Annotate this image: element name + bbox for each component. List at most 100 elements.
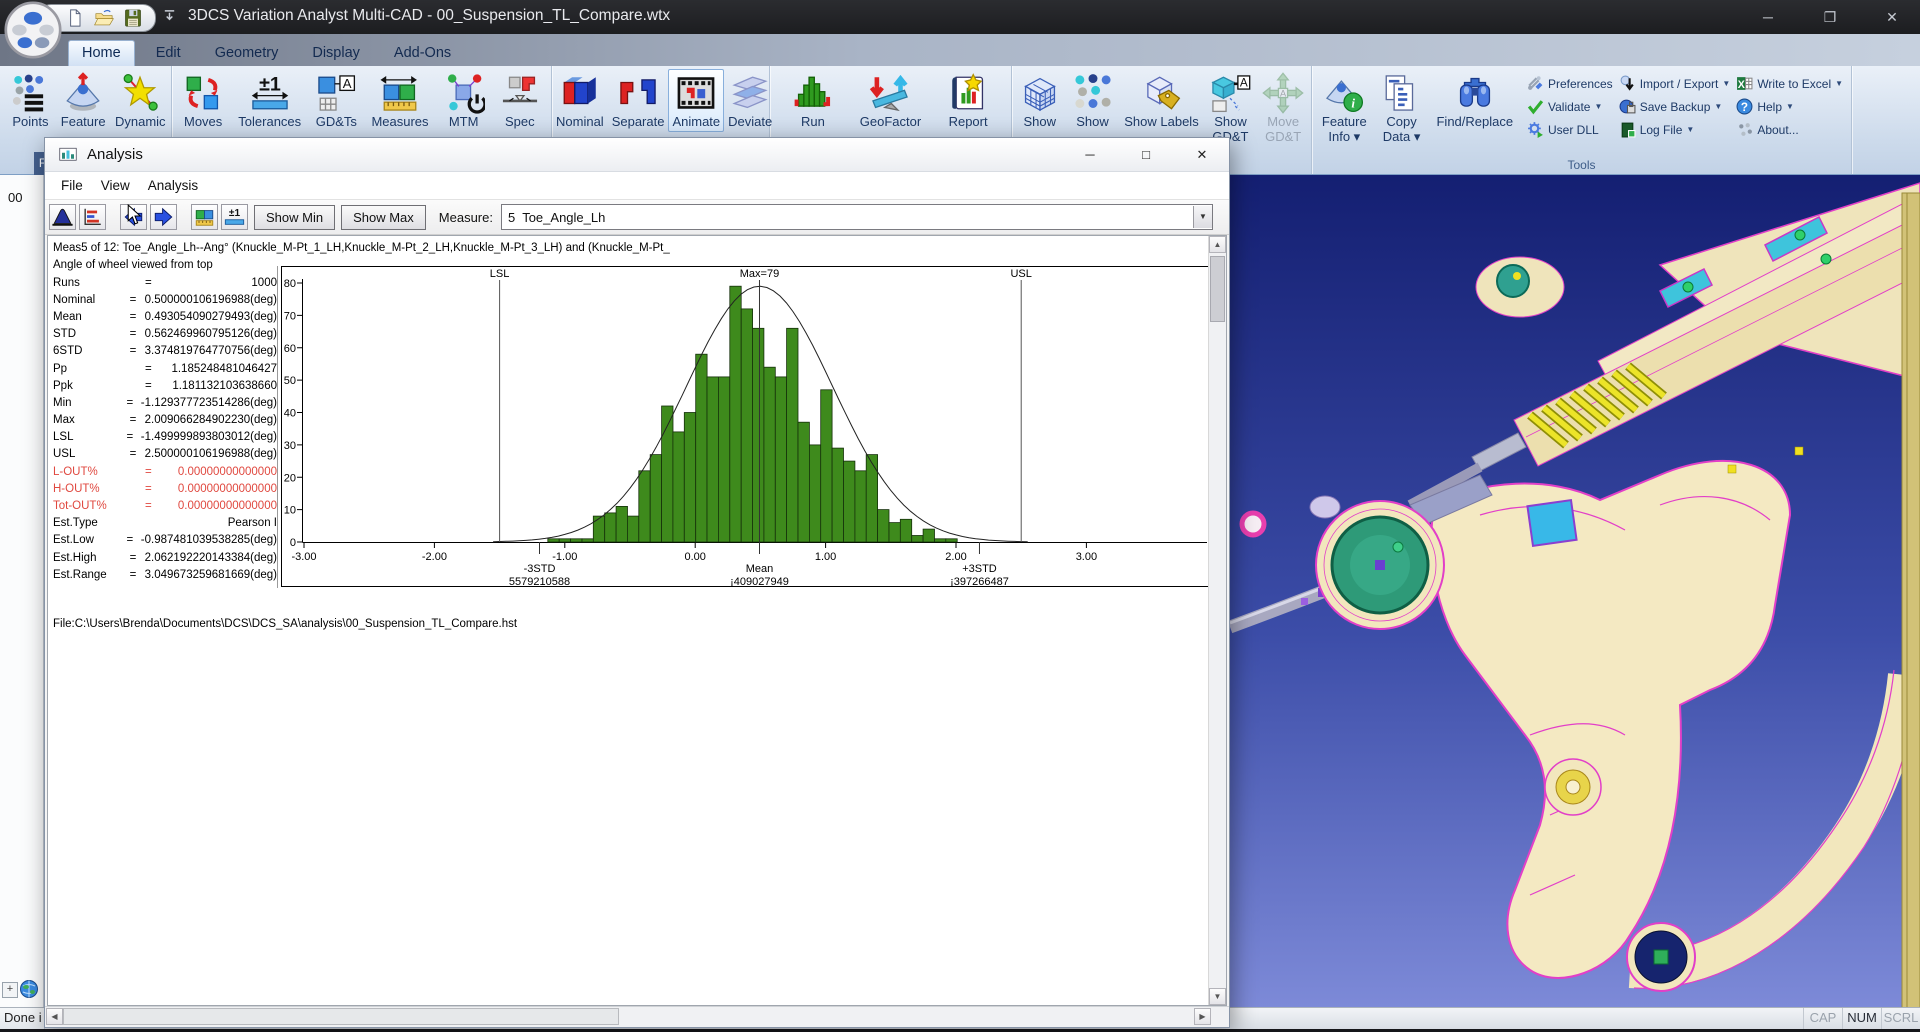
open-file-icon[interactable] xyxy=(94,8,114,28)
tree-root-label[interactable]: 00 xyxy=(8,190,22,205)
tab-display[interactable]: Display xyxy=(299,41,373,66)
next-measure-button[interactable] xyxy=(150,204,177,230)
ribbon-button-label: Report xyxy=(949,114,988,129)
tab-geometry[interactable]: Geometry xyxy=(202,41,292,66)
model-tree-strip[interactable] xyxy=(0,175,44,1008)
geofactor-icon xyxy=(869,72,911,114)
ribbon-button-label: Show xyxy=(1214,114,1247,129)
ribbon-button-run[interactable]: Run xyxy=(788,69,838,132)
ribbon-button-show[interactable]: Show xyxy=(1015,69,1065,132)
scroll-down-icon[interactable]: ▼ xyxy=(1209,988,1226,1005)
tool-button-log-file[interactable]: Log File▼ xyxy=(1619,121,1731,138)
close-button[interactable]: ✕ xyxy=(1882,9,1902,26)
svg-text:X: X xyxy=(1738,79,1745,91)
svg-text:1.00: 1.00 xyxy=(815,551,836,563)
analysis-dialog: Analysis ─ □ ✕ FileViewAnalysis ±1 Show … xyxy=(44,137,1230,1028)
measure-header: Meas5 of 12: Toe_Angle_Lh--Ang° (Knuckle… xyxy=(53,240,1213,257)
stat-row-est-type: Est.TypePearson I xyxy=(53,515,277,532)
dialog-minimize-button[interactable]: ─ xyxy=(1079,147,1101,163)
ribbon-button-moves[interactable]: Moves xyxy=(178,69,228,132)
tool-button-help[interactable]: ?Help▼ xyxy=(1736,98,1843,115)
tool-button-import-export[interactable]: Import / Export▼ xyxy=(1619,75,1731,92)
show-max-button[interactable]: Show Max xyxy=(341,205,426,230)
maximize-button[interactable]: ❐ xyxy=(1820,9,1840,26)
ribbon-button-label: Show xyxy=(1076,114,1109,129)
preferences-icon xyxy=(1527,75,1544,92)
measure-label: Measure: xyxy=(439,210,493,225)
scroll-right-icon[interactable]: ▶ xyxy=(1194,1008,1211,1025)
dropdown-caret-icon: ▼ xyxy=(1786,102,1794,111)
ribbon-button-animate[interactable]: Animate xyxy=(668,69,724,132)
tab-home[interactable]: Home xyxy=(68,40,135,66)
ribbon-button-copy-data[interactable]: CopyData ▾ xyxy=(1377,69,1427,147)
ribbon-button-report[interactable]: Report xyxy=(943,69,993,132)
tool-button-label: Preferences xyxy=(1548,77,1613,91)
moves-icon xyxy=(182,72,224,114)
qat-dropdown-icon[interactable] xyxy=(162,9,177,24)
num-indicator: NUM xyxy=(1842,1008,1881,1029)
minimize-button[interactable]: ─ xyxy=(1758,9,1778,25)
ribbon-button-nominal[interactable]: Nominal xyxy=(552,69,608,132)
svg-text:Max=79: Max=79 xyxy=(740,268,779,280)
combo-dropdown-icon[interactable]: ▼ xyxy=(1193,206,1212,228)
ribbon-button-measures[interactable]: Measures xyxy=(367,69,432,132)
tab-edit[interactable]: Edit xyxy=(143,41,194,66)
measure-properties-button[interactable] xyxy=(191,204,218,230)
scroll-up-icon[interactable]: ▲ xyxy=(1209,236,1226,253)
ribbon-button-feature-info[interactable]: iFeatureInfo ▾ xyxy=(1318,69,1371,147)
dialog-close-button[interactable]: ✕ xyxy=(1191,147,1213,163)
measure-combobox[interactable]: 5 Toe_Angle_Lh ▼ xyxy=(501,204,1213,230)
show-min-button[interactable]: Show Min xyxy=(254,205,335,230)
ribbon-button-spec[interactable]: Spec xyxy=(495,69,545,132)
histogram-view-button[interactable] xyxy=(49,204,76,230)
ribbon-button-deviate[interactable]: Deviate xyxy=(724,69,776,132)
tab-add-ons[interactable]: Add-Ons xyxy=(381,41,464,66)
vertical-scroll-thumb[interactable] xyxy=(1210,256,1225,322)
tool-button-user-dll[interactable]: User DLL xyxy=(1527,121,1613,138)
ribbon-button-geofactor[interactable]: GeoFactor xyxy=(856,69,925,132)
svg-text:A: A xyxy=(343,76,352,91)
svg-text:A: A xyxy=(1280,88,1287,98)
3d-model-suspension[interactable] xyxy=(1230,175,1920,1008)
svg-text:30: 30 xyxy=(284,440,296,452)
ribbon-button-show-gd-t[interactable]: AShowGD&T xyxy=(1205,69,1255,147)
ribbon-button-dynamic[interactable]: Dynamic xyxy=(111,69,170,132)
tool-button-save-backup[interactable]: Save Backup▼ xyxy=(1619,98,1731,115)
svg-text:-3.00: -3.00 xyxy=(291,551,316,563)
show-labels-icon xyxy=(1140,72,1182,114)
ribbon-button-find-replace[interactable]: Find/Replace xyxy=(1432,69,1517,132)
ribbon-button-points[interactable]: Points xyxy=(5,69,55,132)
expand-icon[interactable]: + xyxy=(2,982,18,998)
stat-row-runs: Runs=1000 xyxy=(53,274,277,291)
ribbon-button-show[interactable]: Show xyxy=(1068,69,1118,132)
tool-button-write-to-excel[interactable]: XWrite to Excel▼ xyxy=(1736,75,1843,92)
tool-button-preferences[interactable]: Preferences xyxy=(1527,75,1613,92)
ribbon-button-separate[interactable]: Separate xyxy=(608,69,669,132)
scroll-left-icon[interactable]: ◀ xyxy=(46,1008,63,1025)
ribbon-button-show-labels[interactable]: Show Labels xyxy=(1120,69,1202,132)
stats-divider xyxy=(277,266,278,588)
ribbon-button-tolerances[interactable]: ±1Tolerances xyxy=(234,69,305,132)
app-logo-icon[interactable] xyxy=(4,1,62,59)
ribbon-button-feature[interactable]: Feature xyxy=(57,69,110,132)
dynamic-icon xyxy=(119,72,161,114)
tool-button-about[interactable]: About... xyxy=(1736,121,1843,138)
hlm-view-button[interactable] xyxy=(79,204,106,230)
horizontal-scroll-thumb[interactable] xyxy=(63,1008,619,1025)
dialog-menu-analysis[interactable]: Analysis xyxy=(140,178,206,193)
horizontal-scrollbar[interactable]: ◀ ▶ xyxy=(45,1006,1229,1027)
dialog-toolbar: ±1 Show Min Show Max Measure: 5 Toe_Angl… xyxy=(45,199,1229,235)
ribbon-button-gd-ts[interactable]: AGD&Ts xyxy=(311,69,361,132)
ribbon-button-label: Feature xyxy=(1322,114,1367,129)
ribbon-button-move-gd-t[interactable]: AMoveGD&T xyxy=(1258,69,1308,147)
dialog-title-bar[interactable]: Analysis ─ □ ✕ xyxy=(45,138,1229,172)
new-document-icon[interactable] xyxy=(65,8,85,28)
tolerance-button[interactable]: ±1 xyxy=(221,204,248,230)
dialog-maximize-button[interactable]: □ xyxy=(1135,147,1157,163)
dialog-menu-view[interactable]: View xyxy=(93,178,138,193)
dialog-menu-file[interactable]: File xyxy=(53,178,91,193)
ribbon-button-mtm[interactable]: MTM xyxy=(439,69,489,132)
tool-button-validate[interactable]: Validate▼ xyxy=(1527,98,1613,115)
vertical-scrollbar[interactable]: ▲ ▼ xyxy=(1208,236,1226,1005)
save-icon[interactable] xyxy=(123,8,143,28)
